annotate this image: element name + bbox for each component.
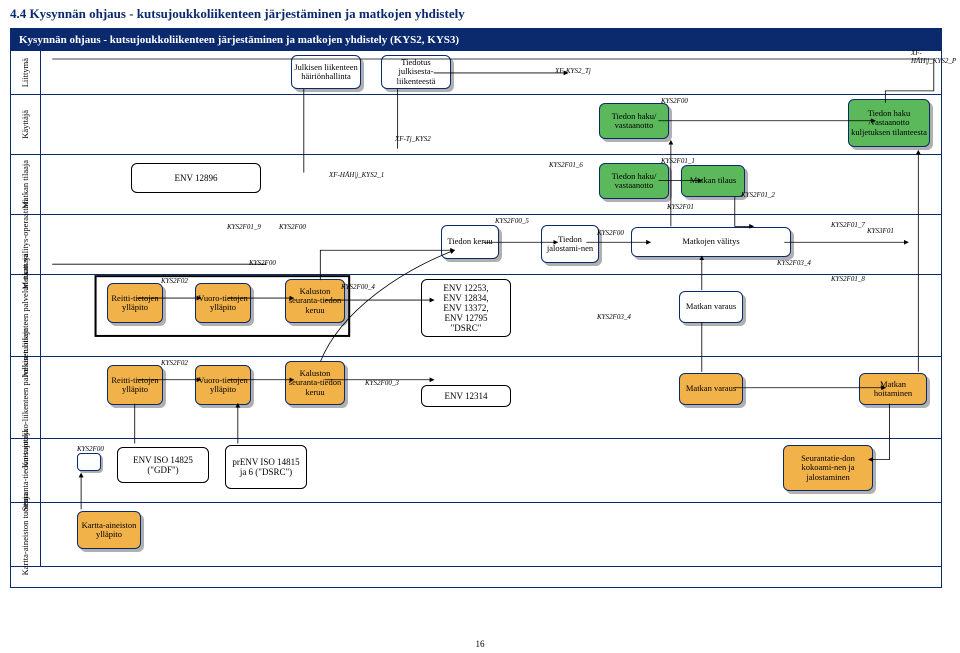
banner-text: Kysynnän ohjaus - kutsujoukkoliikenteen … bbox=[19, 34, 459, 46]
box-seuranta-k: Seurantatie-don kokoami-nen ja jalostami… bbox=[783, 445, 873, 491]
box-vuoro2: Vuoro-tietojen ylläpito bbox=[195, 365, 251, 405]
lane-label: Liittymä bbox=[21, 58, 30, 87]
lane-label: Kartta-aineiston tuottaja bbox=[21, 493, 30, 575]
box-haku-vast2: Tiedon haku/ vastaanotto bbox=[599, 163, 669, 199]
activity-prenv: prENV ISO 14815 ja 6 ("DSRC") bbox=[225, 445, 307, 489]
box-matkan-hoit: Matkan hoitaminen bbox=[859, 373, 927, 405]
box-matkan-varaus1: Matkan varaus bbox=[679, 291, 743, 323]
ref-kys2f01-c: KYS2F03_4 bbox=[777, 259, 811, 267]
activity-env-list: ENV 12253, ENV 12834, ENV 13372, ENV 127… bbox=[421, 279, 511, 337]
activity-text: ENV ISO 14825 ("GDF") bbox=[122, 455, 204, 475]
box-text: Kaluston seuranta-tiedon keruu bbox=[288, 369, 342, 397]
lane-julkinen-palvelu: Julkisen liikenteen palvelun-tuottaja Re… bbox=[11, 275, 941, 357]
lane-matkan-valitys: Matkan välitys-operaattori KYS2F01_9 KYS… bbox=[11, 215, 941, 275]
ref-kys2f01-7: KYS2F01_7 bbox=[831, 221, 865, 229]
ref-kys2f01-8: KYS2F01_8 bbox=[831, 275, 865, 283]
box-text: Kartta-aineiston ylläpito bbox=[80, 521, 138, 540]
lane-liittyma: Liittymä Julkisen liikenteen häiriönhall… bbox=[11, 51, 941, 95]
box-text: Tiedon haku/ vastaanotto bbox=[602, 172, 666, 191]
ref-xf-ham-1: XF-HÄH|j_KYS2_1 bbox=[329, 171, 384, 179]
box-haku-kulj: Tiedon haku /vastaanotto kuljetuksen til… bbox=[848, 99, 930, 147]
lane-matkan-tilaaja: Matkan tilaaja ENV 12896 XF-HÄH|j_KYS2_1… bbox=[11, 155, 941, 215]
box-text: Kaluston seuranta-tiedon keruu bbox=[288, 287, 342, 315]
box-kartta: Kartta-aineiston ylläpito bbox=[77, 511, 141, 549]
box-text: Seurantatie-don kokoami-nen ja jalostami… bbox=[786, 454, 870, 482]
box-tiedon-jalost: Tiedon jalostami-nen bbox=[541, 225, 599, 263]
ref-kys2f00-4: KYS2F00_4 bbox=[341, 283, 375, 291]
page-title: 4.4 Kysynnän ohjaus - kutsujoukkoliikent… bbox=[0, 0, 960, 24]
ref-xf-ham-p: XF-HÄH|j_KYS2_P bbox=[911, 49, 956, 65]
ref-xf-kys2-tj: XF-KYS2_Tj bbox=[555, 67, 591, 75]
activity-env12314: ENV 12314 bbox=[421, 385, 511, 407]
ref-kys2f00-2: KYS2F00 bbox=[279, 223, 306, 231]
box-text: Matkojen välitys bbox=[682, 237, 739, 246]
lane-label: Käyttäjä bbox=[21, 110, 30, 139]
diagram-container: Kysynnän ohjaus - kutsujoukkoliikenteen … bbox=[10, 28, 942, 588]
ref-kys2f08: KYS2F00 bbox=[77, 445, 104, 453]
activity-text: ENV 12896 bbox=[174, 173, 217, 183]
box-kaluston1: Kaluston seuranta-tiedon keruu bbox=[285, 279, 345, 323]
box-text: Tiedon haku/ vastaanotto bbox=[602, 112, 666, 131]
lane-seuranta: Seuranta-tiedon-tuottaja KYS2F00 ENV ISO… bbox=[11, 439, 941, 503]
ref-kys2f01-1: KYS2F01_1 bbox=[661, 157, 695, 165]
box-text: Tiedon jalostami-nen bbox=[544, 235, 596, 254]
box-kaluston2: Kaluston seuranta-tiedon keruu bbox=[285, 361, 345, 405]
activity-text: ENV 12253, ENV 12834, ENV 13372, ENV 127… bbox=[443, 283, 488, 333]
box-text: Vuoro-tietojen ylläpito bbox=[198, 376, 248, 395]
ref-kys2f00-5: KYS2F00_5 bbox=[495, 217, 529, 225]
box-vuoro1: Vuoro-tietojen ylläpito bbox=[195, 283, 251, 323]
swimlanes: Liittymä Julkisen liikenteen häiriönhall… bbox=[11, 51, 941, 587]
ref-kys2f02-b: KYS2F02 bbox=[161, 359, 188, 367]
box-haku-vast1: Tiedon haku/ vastaanotto bbox=[599, 103, 669, 139]
ref-kys2f01-b: KYS2F01 bbox=[667, 203, 694, 211]
ref-kys2f00-3: KYS2F00_3 bbox=[365, 379, 399, 387]
box-text: Matkan varaus bbox=[686, 302, 736, 311]
box-matkojen-val: Matkojen välitys bbox=[631, 227, 791, 257]
activity-text: prENV ISO 14815 ja 6 ("DSRC") bbox=[230, 457, 302, 477]
activity-env12896: ENV 12896 bbox=[131, 163, 261, 193]
lane-kartta: Kartta-aineiston tuottaja Kartta-aineist… bbox=[11, 503, 941, 567]
box-tiedotus: Tiedotus julkisesta-liikenteestä bbox=[381, 55, 451, 89]
activity-text: ENV 12314 bbox=[444, 391, 487, 401]
box-matkan-varaus2: Matkan varaus bbox=[679, 373, 743, 405]
diagram-banner: Kysynnän ohjaus - kutsujoukkoliikenteen … bbox=[11, 29, 941, 51]
box-text: Matkan tilaus bbox=[690, 176, 737, 185]
box-text: Matkan hoitaminen bbox=[862, 380, 924, 399]
box-text: Tiedotus julkisesta-liikenteestä bbox=[384, 58, 448, 86]
box-text: Reitti-tietojen ylläpito bbox=[110, 294, 160, 313]
ref-kys2f02-a: KYS2F02 bbox=[161, 277, 188, 285]
ref-kys2f01-r: KYS2F01_2 bbox=[741, 191, 775, 199]
ref-kys2f03-4b: KYS2F03_4 bbox=[597, 313, 631, 321]
box-text: Matkan varaus bbox=[686, 384, 736, 393]
lane-kayttaja: Käyttäjä XF-Tj_KYS2 Tiedon haku/ vastaan… bbox=[11, 95, 941, 155]
ref-kys2f00-b: KYS2F00 bbox=[249, 259, 276, 267]
box-matkan-tilaus: Matkan tilaus bbox=[681, 165, 745, 197]
box-text: Tiedon haku /vastaanotto kuljetuksen til… bbox=[851, 109, 927, 137]
ref-kys2f00-c: KYS2F00 bbox=[597, 229, 624, 237]
ref-xf-tj-kys2: XF-Tj_KYS2 bbox=[395, 135, 431, 143]
ref-kys2f00-a: KYS2F00 bbox=[661, 97, 688, 105]
box-text: Tiedon keruu bbox=[447, 237, 492, 246]
small-box bbox=[77, 453, 101, 471]
activity-env-iso: ENV ISO 14825 ("GDF") bbox=[117, 447, 209, 483]
ref-kys2f01-9: KYS2F01_9 bbox=[227, 223, 261, 231]
ref-kys2f01-6: KYS2F01_6 bbox=[549, 161, 583, 169]
ref-kys3f01: KYS3F01 bbox=[867, 227, 894, 235]
lane-kutsujoukko-palvelu: Kutsujoukko-liikenteen palvelun-tuottaja… bbox=[11, 357, 941, 439]
box-reitti2: Reitti-tietojen ylläpito bbox=[107, 365, 163, 405]
box-tiedon-keruu: Tiedon keruu bbox=[441, 225, 499, 259]
page-number: 16 bbox=[476, 639, 485, 649]
box-text: Vuoro-tietojen ylläpito bbox=[198, 294, 248, 313]
box-text: Reitti-tietojen ylläpito bbox=[110, 376, 160, 395]
box-text: Julkisen liikenteen häiriönhallinta bbox=[294, 63, 358, 82]
box-reitti1: Reitti-tietojen ylläpito bbox=[107, 283, 163, 323]
box-julkisen: Julkisen liikenteen häiriönhallinta bbox=[291, 55, 361, 89]
